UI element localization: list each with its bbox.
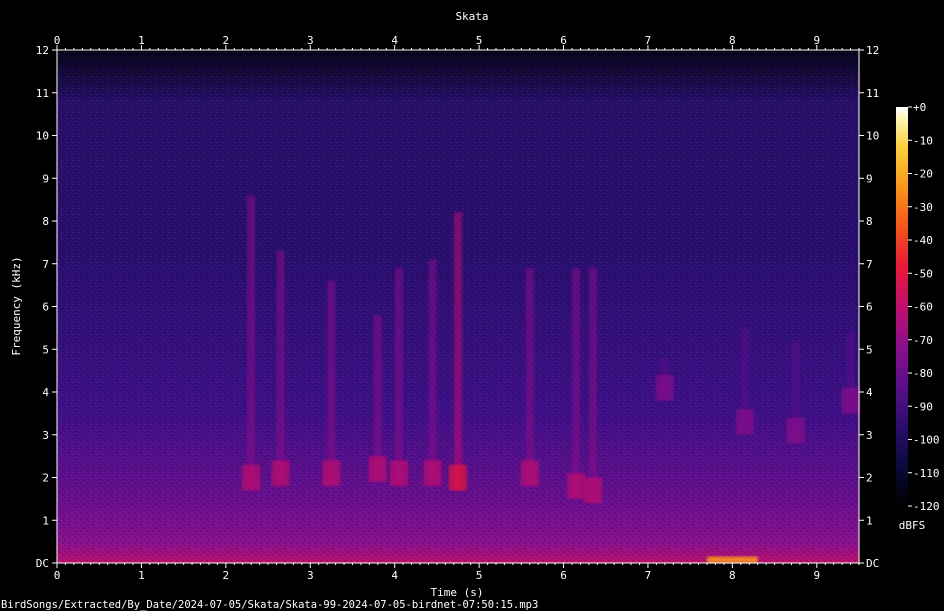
call-streak (589, 268, 598, 504)
x-tick-label-top: 0 (54, 34, 61, 47)
y-tick-label-right: 10 (866, 130, 879, 143)
x-axis-top: 0 1 2 3 4 5 6 7 8 9 (54, 34, 860, 50)
colorbar-tick-label: -90 (913, 400, 933, 413)
chart-title: Skata (455, 10, 488, 23)
x-tick-label-top: 4 (391, 34, 398, 47)
y-tick-label-left: 9 (42, 172, 49, 185)
x-tick-label-top: 5 (476, 34, 483, 47)
call-harmonic (584, 477, 603, 504)
colorbar-tick-label: -110 (913, 467, 940, 480)
y-tick-label-left: 10 (36, 130, 49, 143)
x-tick-label-bottom: 2 (223, 569, 230, 582)
y-axis-right: DC123456789101112 (859, 44, 879, 570)
call-streak (327, 280, 336, 487)
colorbar-tick-label: -40 (913, 234, 933, 247)
x-axis-bottom: 0 1 2 3 4 5 6 7 8 9 (54, 563, 860, 582)
y-tick-label-left: DC (36, 557, 49, 570)
call-harmonic (520, 460, 539, 487)
x-tick-label-bottom: 0 (54, 569, 61, 582)
call-harmonic (271, 460, 290, 487)
y-tick-label-left: 6 (42, 301, 49, 314)
y-tick-label-left: 3 (42, 429, 49, 442)
x-tick-label-bottom: 5 (476, 569, 483, 582)
colorbar-tick-label: -120 (913, 500, 940, 513)
x-tick-label-bottom: 7 (645, 569, 652, 582)
y-tick-label-right: 2 (866, 472, 873, 485)
colorbar-tick-label: -80 (913, 367, 933, 380)
y-tick-label-left: 8 (42, 215, 49, 228)
x-tick-label-bottom: 1 (138, 569, 145, 582)
x-tick-label-top: 7 (645, 34, 652, 47)
colorbar-ticks: +0 -10 -20 -30 -40 -50 -60 -70 -80 -90 -100 -110 -12… (908, 101, 940, 513)
x-tick-label-top: 8 (729, 34, 736, 47)
y-tick-label-right: 4 (866, 386, 873, 399)
call-streak (572, 268, 581, 499)
y-tick-label-left: 12 (36, 44, 49, 57)
y-tick-label-left: 11 (36, 87, 49, 100)
call-harmonic (368, 456, 387, 482)
call-harmonic (449, 464, 467, 491)
y-tick-label-left: 1 (42, 514, 49, 527)
x-tick-label-top: 3 (307, 34, 314, 47)
x-tick-label-bottom: 9 (813, 569, 820, 582)
colorbar-tick-label: -20 (913, 168, 933, 181)
colorbar-tick-label: -70 (913, 334, 933, 347)
call-harmonic (841, 387, 860, 414)
call-harmonic (567, 473, 586, 499)
call-streak (276, 250, 285, 487)
y-tick-label-right: 3 (866, 429, 873, 442)
x-tick-label-top: 2 (223, 34, 230, 47)
y-tick-label-right: 1 (866, 514, 873, 527)
y-tick-label-left: 4 (42, 386, 49, 399)
call-streak (247, 195, 256, 491)
call-harmonic (242, 464, 261, 491)
y-tick-label-left: 5 (42, 343, 49, 356)
colorbar-label: dBFS (899, 519, 926, 532)
colorbar-tick-label: +0 (913, 101, 926, 114)
call-harmonic (655, 374, 674, 401)
call-streak (525, 268, 534, 487)
y-tick-label-right: 12 (866, 44, 879, 57)
x-tick-label-top: 6 (560, 34, 567, 47)
colorbar-tick-label: -30 (913, 201, 933, 214)
x-axis-label: Time (s) (431, 586, 484, 599)
y-tick-label-right: 8 (866, 215, 873, 228)
call-harmonic (786, 417, 805, 444)
x-tick-label-top: 1 (138, 34, 145, 47)
y-tick-label-left: 7 (42, 258, 49, 271)
x-tick-label-bottom: 3 (307, 569, 314, 582)
call-harmonic (322, 460, 341, 487)
y-tick-label-left: 2 (42, 472, 49, 485)
y-tick-label-right: 9 (866, 172, 873, 185)
colorbar-tick-label: -60 (913, 301, 933, 314)
colorbar-tick-label: -10 (913, 134, 933, 147)
low-band-burst-marks (707, 556, 758, 563)
y-tick-label-right: 7 (866, 258, 873, 271)
file-path-caption: BirdSongs/Extracted/By_Date/2024-07-05/S… (1, 599, 538, 611)
call-streak (428, 259, 437, 487)
y-axis-label: Frequency (kHz) (10, 256, 23, 355)
colorbar-tick-label: -100 (913, 434, 940, 447)
colorbar (896, 107, 908, 506)
x-tick-label-top: 9 (813, 34, 820, 47)
x-tick-label-bottom: 6 (560, 569, 567, 582)
y-tick-label-right: 5 (866, 343, 873, 356)
colorbar-tick-label: -50 (913, 267, 933, 280)
call-harmonic (736, 409, 755, 435)
y-tick-label-right: DC (866, 557, 879, 570)
spectrogram-chart: Skata 0123456789 0123456789 DC1234567891… (1, 10, 940, 611)
y-tick-label-right: 6 (866, 301, 873, 314)
x-tick-label-bottom: 8 (729, 569, 736, 582)
x-tick-label-bottom: 4 (391, 569, 398, 582)
call-streak (454, 212, 462, 491)
y-axis-left: DC123456789101112 (36, 44, 57, 570)
y-tick-label-right: 11 (866, 87, 879, 100)
call-harmonic (389, 460, 408, 487)
call-streak (394, 268, 403, 487)
call-harmonic (423, 460, 442, 487)
burst-mark (707, 556, 758, 563)
